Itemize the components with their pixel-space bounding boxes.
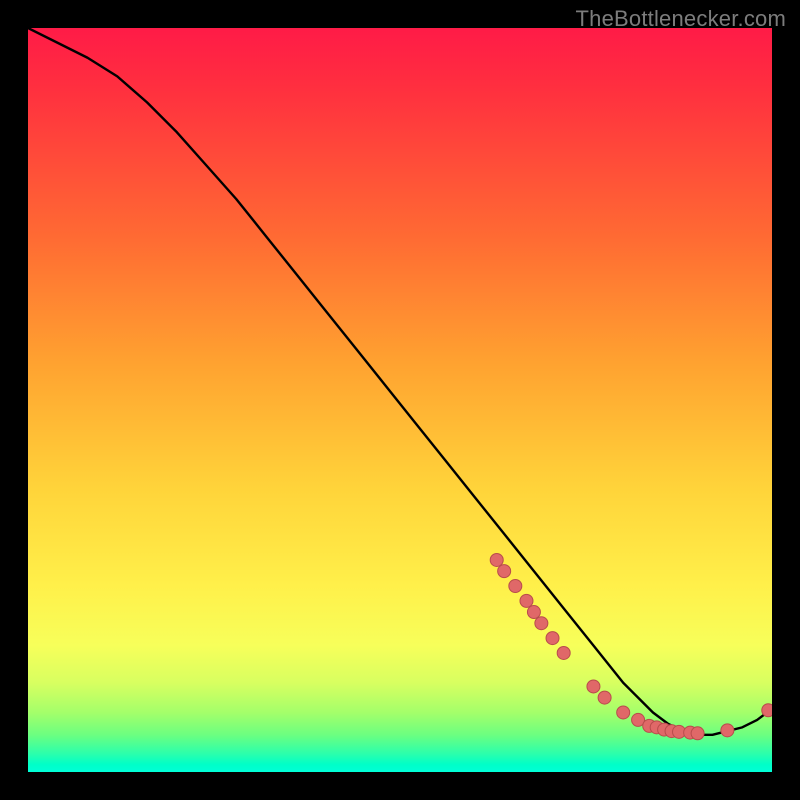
data-markers xyxy=(490,553,772,739)
data-marker xyxy=(535,617,548,630)
data-marker xyxy=(520,594,533,607)
data-marker xyxy=(762,704,772,717)
attribution-text: TheBottlenecker.com xyxy=(576,6,786,32)
data-marker xyxy=(721,724,734,737)
data-marker xyxy=(557,646,570,659)
data-marker xyxy=(598,691,611,704)
plot-area xyxy=(28,28,772,772)
data-marker xyxy=(527,606,540,619)
curve-layer xyxy=(28,28,772,772)
data-marker xyxy=(587,680,600,693)
chart-root: TheBottlenecker.com xyxy=(0,0,800,800)
data-marker xyxy=(509,580,522,593)
data-marker xyxy=(498,565,511,578)
data-marker xyxy=(691,727,704,740)
data-marker xyxy=(546,632,559,645)
bottleneck-curve xyxy=(28,28,772,735)
data-marker xyxy=(490,553,503,566)
data-marker xyxy=(617,706,630,719)
